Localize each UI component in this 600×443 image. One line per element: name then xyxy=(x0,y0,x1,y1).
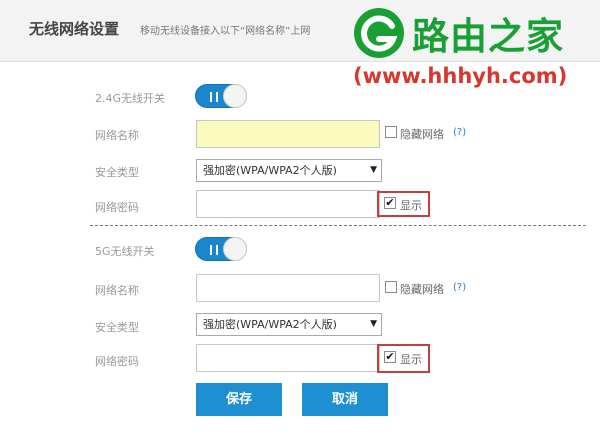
chevron-down-icon: ▼ xyxy=(370,165,377,175)
band5-security-label: 安全类型 xyxy=(95,321,139,334)
band24-wifi-toggle[interactable] xyxy=(195,84,247,108)
band24-hide-label: 隐藏网络 xyxy=(400,128,444,141)
band24-ssid-input[interactable] xyxy=(196,120,380,148)
save-button[interactable]: 保存 xyxy=(196,383,282,416)
band24-hide-checkbox[interactable] xyxy=(385,126,397,138)
cancel-button[interactable]: 取消 xyxy=(302,383,388,416)
band24-security-value: 强加密(WPA/WPA2个人版) xyxy=(203,164,337,177)
band24-security-label: 安全类型 xyxy=(95,166,139,179)
band5-switch-label: 5G无线开关 xyxy=(95,245,155,258)
toggle-on-icon xyxy=(210,245,218,255)
band24-show-password-checkbox[interactable]: ✔ xyxy=(384,197,396,209)
page-title: 无线网络设置 xyxy=(29,20,120,38)
band5-wifi-toggle[interactable] xyxy=(195,237,247,261)
band5-password-label: 网络密码 xyxy=(95,355,139,368)
band5-help-link[interactable]: (?) xyxy=(453,282,466,293)
band5-security-select[interactable]: 强加密(WPA/WPA2个人版) ▼ xyxy=(196,313,382,336)
section-divider xyxy=(90,225,586,226)
watermark-text: 路由之家 xyxy=(412,14,564,58)
brand-logo-icon xyxy=(354,8,404,58)
band24-password-input[interactable] xyxy=(196,190,380,218)
toggle-knob xyxy=(223,237,247,261)
band24-password-label: 网络密码 xyxy=(95,201,139,214)
page-subtitle: 移动无线设备接入以下“网络名称”上网 xyxy=(140,26,311,37)
watermark-url: (www.hhhyh.com) xyxy=(353,64,568,88)
band5-ssid-label: 网络名称 xyxy=(95,284,139,297)
toggle-knob xyxy=(223,84,247,108)
chevron-down-icon: ▼ xyxy=(370,319,377,329)
band5-show-password-checkbox[interactable]: ✔ xyxy=(384,351,396,363)
band24-ssid-label: 网络名称 xyxy=(95,129,139,142)
band24-switch-label: 2.4G无线开关 xyxy=(95,92,166,105)
band5-hide-label: 隐藏网络 xyxy=(400,283,444,296)
band5-show-password-label: 显示 xyxy=(400,353,422,366)
band24-security-select[interactable]: 强加密(WPA/WPA2个人版) ▼ xyxy=(196,159,382,182)
band5-hide-checkbox[interactable] xyxy=(385,281,397,293)
band24-show-password-label: 显示 xyxy=(400,199,422,212)
band5-security-value: 强加密(WPA/WPA2个人版) xyxy=(203,318,337,331)
toggle-on-icon xyxy=(210,92,218,102)
band5-password-input[interactable] xyxy=(196,344,380,372)
band24-help-link[interactable]: (?) xyxy=(453,127,466,138)
band5-ssid-input[interactable] xyxy=(196,274,380,302)
